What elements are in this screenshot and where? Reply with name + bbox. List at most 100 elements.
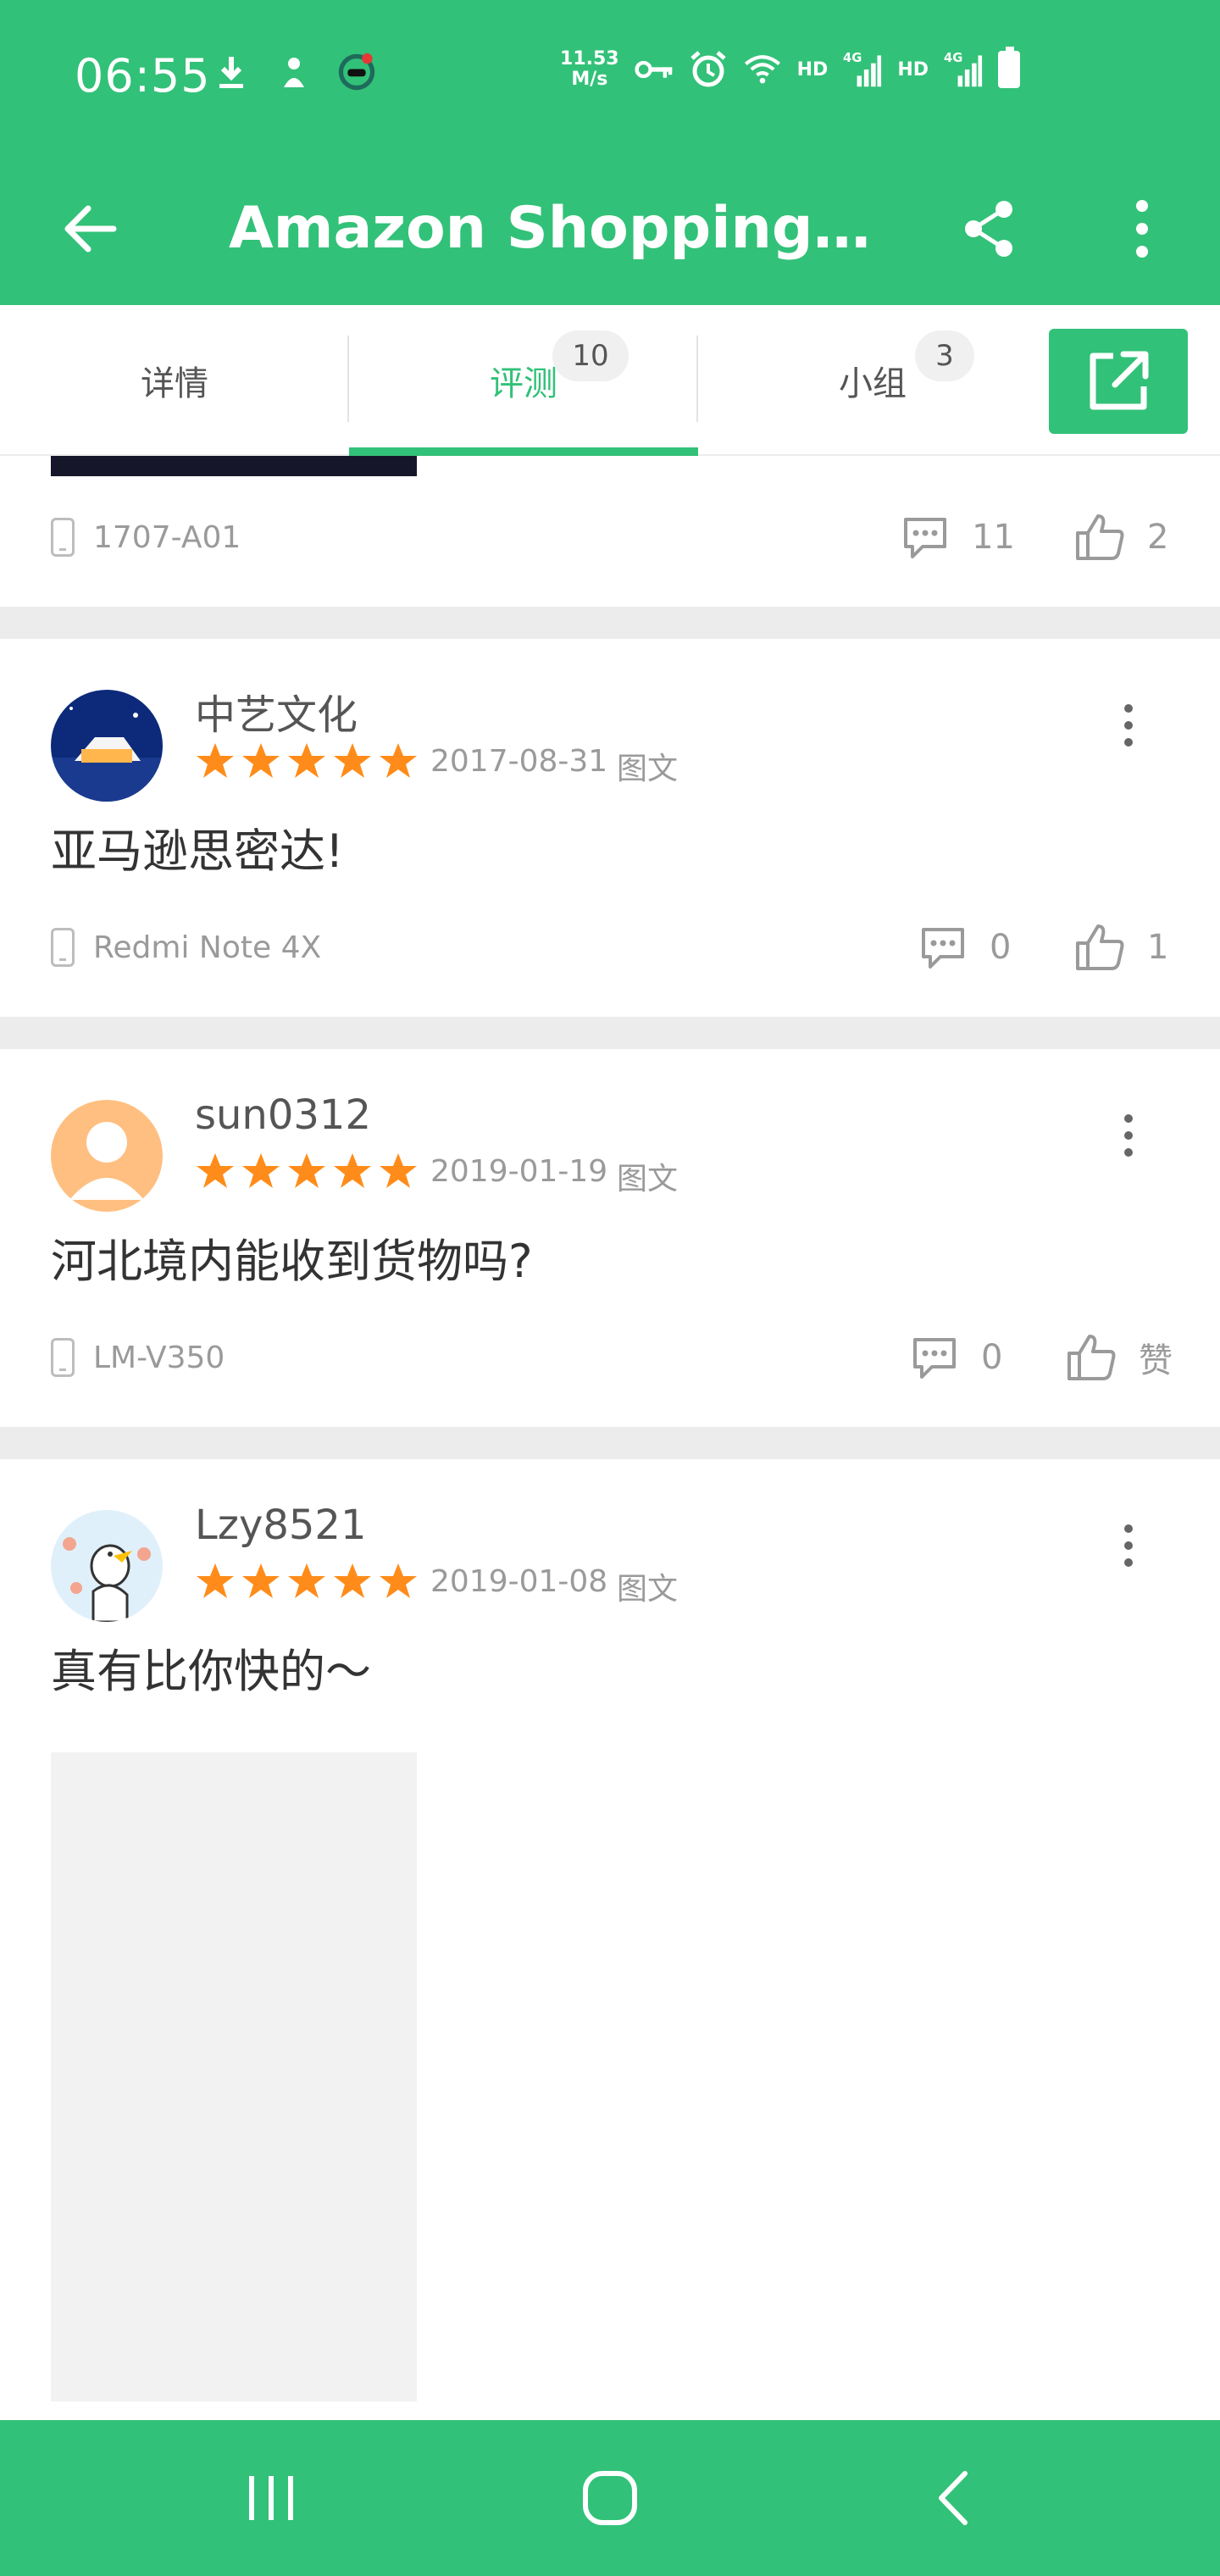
review-text[interactable]: 亚马逊思密达! [51, 813, 344, 880]
comment-button[interactable]: 0 [910, 1335, 1006, 1380]
share-button[interactable] [951, 190, 1029, 268]
thumbs-up-icon [1076, 514, 1124, 560]
app-badge-icon [337, 53, 376, 92]
active-tab-indicator [349, 447, 698, 456]
tab-details[interactable]: 详情 [0, 305, 349, 456]
tab-bar: 详情 评测 10 小组 3 [0, 305, 1220, 456]
username[interactable]: sun0312 [195, 1091, 371, 1139]
hd-label: HD [796, 58, 829, 80]
review-card[interactable]: 中艺文化 2017-08-31 图文 亚马逊思密达! Redmi Note 4X… [0, 639, 1220, 1017]
comment-button[interactable]: 0 [918, 924, 1015, 970]
comment-icon [904, 518, 947, 558]
star-icon [197, 1153, 234, 1188]
recent-apps-button[interactable] [227, 2454, 315, 2542]
alarm-icon [689, 50, 728, 89]
svg-text:4G: 4G [843, 51, 862, 65]
device-model: Redmi Note 4X [93, 930, 322, 965]
tab-reviews[interactable]: 评测 10 [349, 305, 698, 456]
star-icon [242, 1153, 280, 1188]
review-date: 2019-01-19 [430, 1154, 608, 1189]
avatar[interactable] [51, 1100, 163, 1212]
like-count: 2 [1147, 518, 1169, 557]
like-button[interactable]: 2 [1074, 513, 1173, 562]
chevron-left-icon [939, 2471, 968, 2525]
card-more-button[interactable] [1101, 1102, 1156, 1169]
review-card[interactable]: sun0312 2019-01-19 图文 河北境内能收到货物吗? LM-V35… [0, 1049, 1220, 1427]
star-icon [334, 743, 371, 778]
comment-icon [913, 1338, 956, 1379]
comment-count: 11 [972, 518, 1015, 557]
more-vertical-icon [1136, 200, 1148, 258]
like-count: 1 [1147, 928, 1169, 967]
like-button[interactable]: 赞 [1066, 1333, 1173, 1382]
post-type-label: 图文 [617, 1162, 679, 1196]
status-time: 06:55 [75, 49, 211, 103]
comment-button[interactable]: 11 [901, 514, 1015, 560]
comment-count: 0 [990, 928, 1012, 967]
review-text[interactable]: 真有比你快的～ [51, 1634, 371, 1701]
username[interactable]: Lzy8521 [195, 1502, 367, 1549]
comment-icon [922, 928, 964, 969]
avatar[interactable] [51, 1510, 163, 1622]
post-type-label: 图文 [617, 752, 679, 786]
tab-reviews-label: 评测 [490, 364, 557, 403]
star-icon [334, 1563, 371, 1598]
card-divider [0, 1427, 1220, 1459]
thumbs-up-icon [1068, 1335, 1116, 1380]
status-bar: 06:55 11.53 M/s HD 4G HD 4G [0, 0, 1220, 156]
username[interactable]: 中艺文化 [195, 681, 358, 741]
like-button[interactable]: 1 [1074, 923, 1173, 972]
phone-icon [51, 928, 75, 967]
review-text[interactable]: 河北境内能收到货物吗? [51, 1224, 533, 1291]
app-notification-icon [274, 53, 313, 92]
rating-stars [195, 1151, 419, 1191]
review-list: 1707-A01 11 2 中艺文化 2017-08-31 图文 亚马逊思密达!… [0, 456, 1220, 2420]
open-external-button[interactable] [1049, 329, 1188, 434]
home-button[interactable] [566, 2454, 654, 2542]
review-image[interactable] [51, 1752, 417, 2401]
back-button[interactable] [51, 190, 129, 268]
page-title: Amazon Shopping - S… [229, 195, 890, 262]
more-options-button[interactable] [1103, 190, 1181, 268]
device-model: LM-V350 [93, 1340, 225, 1375]
avatar[interactable] [51, 690, 163, 802]
star-icon [288, 1563, 325, 1598]
system-nav-bar [0, 2420, 1220, 2576]
tab-groups[interactable]: 小组 3 [698, 305, 1047, 456]
signal-icon: 4G [843, 50, 882, 89]
card-more-button[interactable] [1101, 1512, 1156, 1579]
review-image[interactable] [51, 456, 417, 476]
star-icon [288, 743, 325, 778]
wifi-icon [743, 50, 782, 89]
review-date: 2017-08-31 [430, 744, 608, 779]
star-icon [242, 743, 280, 778]
battery-icon [998, 47, 1020, 88]
network-speed: 11.53 M/s [560, 48, 619, 90]
star-icon [334, 1153, 371, 1188]
rating-stars [195, 1561, 419, 1602]
card-divider [0, 607, 1220, 639]
tab-groups-label: 小组 [839, 364, 907, 403]
card-more-button[interactable] [1101, 691, 1156, 759]
thumbs-up-icon [1076, 924, 1124, 970]
card-divider [0, 1017, 1220, 1049]
open-external-icon [1090, 351, 1149, 410]
comment-count: 0 [981, 1338, 1003, 1377]
like-label: 赞 [1139, 1341, 1173, 1380]
phone-icon [51, 1338, 75, 1377]
home-icon [583, 2471, 637, 2525]
svg-text:4G: 4G [944, 51, 962, 65]
review-card[interactable]: 1707-A01 11 2 [0, 456, 1220, 607]
device-model: 1707-A01 [93, 519, 241, 555]
star-icon [380, 1153, 417, 1188]
system-back-button[interactable] [908, 2454, 996, 2542]
arrow-left-icon [64, 205, 117, 253]
hd-label-2: HD [897, 58, 929, 80]
star-icon [197, 1563, 234, 1598]
review-card[interactable]: Lzy8521 2019-01-08 图文 真有比你快的～ [0, 1459, 1220, 2420]
star-icon [380, 743, 417, 778]
app-toolbar: Amazon Shopping - S… [0, 156, 1220, 305]
star-icon [242, 1563, 280, 1598]
star-icon [197, 743, 234, 778]
rating-stars [195, 741, 419, 781]
